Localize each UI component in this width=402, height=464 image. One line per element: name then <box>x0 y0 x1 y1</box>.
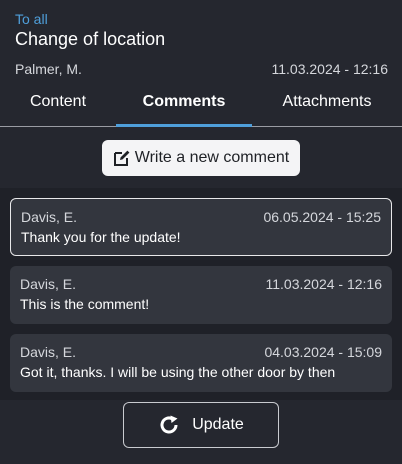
page-title: Change of location <box>15 29 166 49</box>
write-new-comment-label: Write a new comment <box>134 149 290 166</box>
tab-bar: Content Comments Attachments <box>0 84 402 127</box>
comment-author: Davis, E. <box>21 209 78 225</box>
update-label: Update <box>192 416 244 433</box>
back-to-all-link[interactable]: To all <box>15 11 48 27</box>
comments-list: Davis, E. 06.05.2024 - 15:25 Thank you f… <box>0 188 402 400</box>
comment-card[interactable]: Davis, E. 11.03.2024 - 12:16 This is the… <box>10 266 392 324</box>
write-new-comment-button[interactable]: Write a new comment <box>102 140 300 176</box>
comment-text: Thank you for the update! <box>21 229 181 245</box>
app-screen: To all Change of location Palmer, M. 11.… <box>0 0 402 464</box>
comment-date: 06.05.2024 - 15:25 <box>263 209 381 225</box>
comment-card[interactable]: Davis, E. 06.05.2024 - 15:25 Thank you f… <box>10 198 392 256</box>
comment-text: This is the comment! <box>20 296 150 312</box>
post-date: 11.03.2024 - 12:16 <box>271 61 388 77</box>
comment-date: 11.03.2024 - 12:16 <box>265 276 382 292</box>
tab-content[interactable]: Content <box>0 84 116 126</box>
comment-author: Davis, E. <box>20 344 77 360</box>
post-author: Palmer, M. <box>15 61 82 77</box>
refresh-icon <box>158 414 180 436</box>
comment-author: Davis, E. <box>20 276 77 292</box>
active-tab-indicator <box>116 124 252 127</box>
edit-icon <box>113 149 131 167</box>
tab-attachments[interactable]: Attachments <box>252 84 402 126</box>
tab-comments[interactable]: Comments <box>116 84 252 126</box>
comment-text: Got it, thanks. I will be using the othe… <box>20 364 336 380</box>
comment-date: 04.03.2024 - 15:09 <box>264 344 382 360</box>
comment-card[interactable]: Davis, E. 04.03.2024 - 15:09 Got it, tha… <box>10 334 392 392</box>
update-button[interactable]: Update <box>123 402 279 448</box>
